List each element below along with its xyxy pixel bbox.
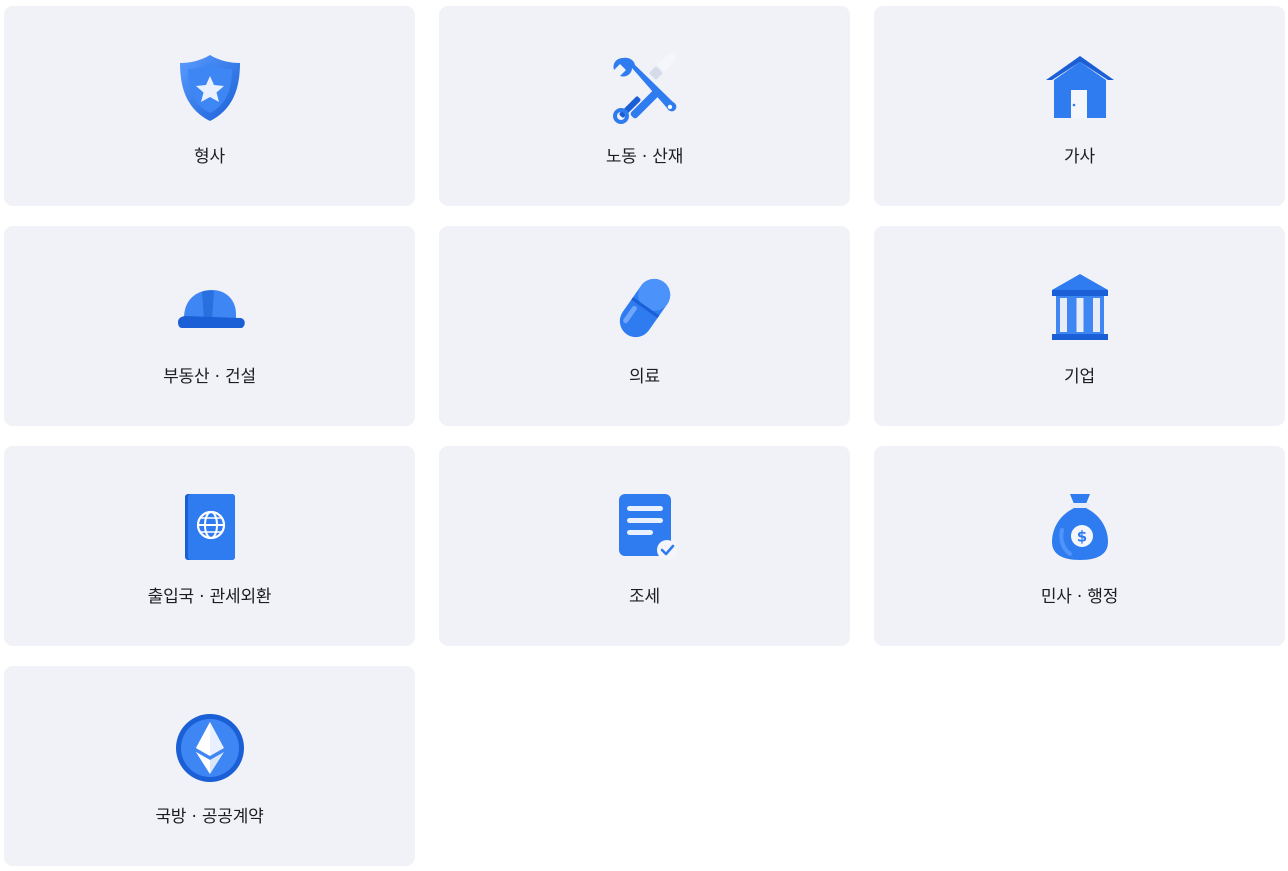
document-check-icon — [607, 490, 683, 566]
category-label: 가사 — [1064, 147, 1095, 167]
bank-building-icon — [1042, 270, 1118, 346]
category-label: 의료 — [629, 367, 660, 387]
category-card-defense[interactable]: 국방 · 공공계약 — [4, 666, 415, 866]
category-card-labor[interactable]: 노동 · 산재 — [439, 6, 850, 206]
category-label: 기업 — [1064, 367, 1095, 387]
category-label: 민사 · 행정 — [1040, 587, 1119, 607]
category-label: 노동 · 산재 — [605, 147, 684, 167]
category-label: 부동산 · 건설 — [163, 367, 256, 387]
category-card-civil[interactable]: $ 민사 · 행정 — [874, 446, 1285, 646]
category-card-medical[interactable]: 의료 — [439, 226, 850, 426]
money-bag-icon: $ — [1042, 490, 1118, 566]
category-card-family[interactable]: 가사 — [874, 6, 1285, 206]
ethereum-coin-icon — [172, 710, 248, 786]
category-label: 국방 · 공공계약 — [155, 807, 264, 827]
passport-globe-icon — [172, 490, 248, 566]
shield-star-icon — [172, 50, 248, 126]
category-label: 형사 — [194, 147, 225, 167]
pill-icon — [607, 270, 683, 346]
svg-text:$: $ — [1076, 528, 1086, 546]
wrench-screwdriver-icon — [607, 50, 683, 126]
category-grid: 형사 노동 · 산재 가사 부동산 · 건설 의료 기업 출입국 · 관세외환 … — [4, 6, 1285, 866]
house-icon — [1042, 50, 1118, 126]
category-card-real-estate[interactable]: 부동산 · 건설 — [4, 226, 415, 426]
category-label: 출입국 · 관세외환 — [147, 587, 272, 607]
category-card-criminal[interactable]: 형사 — [4, 6, 415, 206]
category-label: 조세 — [629, 587, 660, 607]
category-card-immigration[interactable]: 출입국 · 관세외환 — [4, 446, 415, 646]
category-card-corporate[interactable]: 기업 — [874, 226, 1285, 426]
hard-hat-icon — [172, 270, 248, 346]
category-card-tax[interactable]: 조세 — [439, 446, 850, 646]
